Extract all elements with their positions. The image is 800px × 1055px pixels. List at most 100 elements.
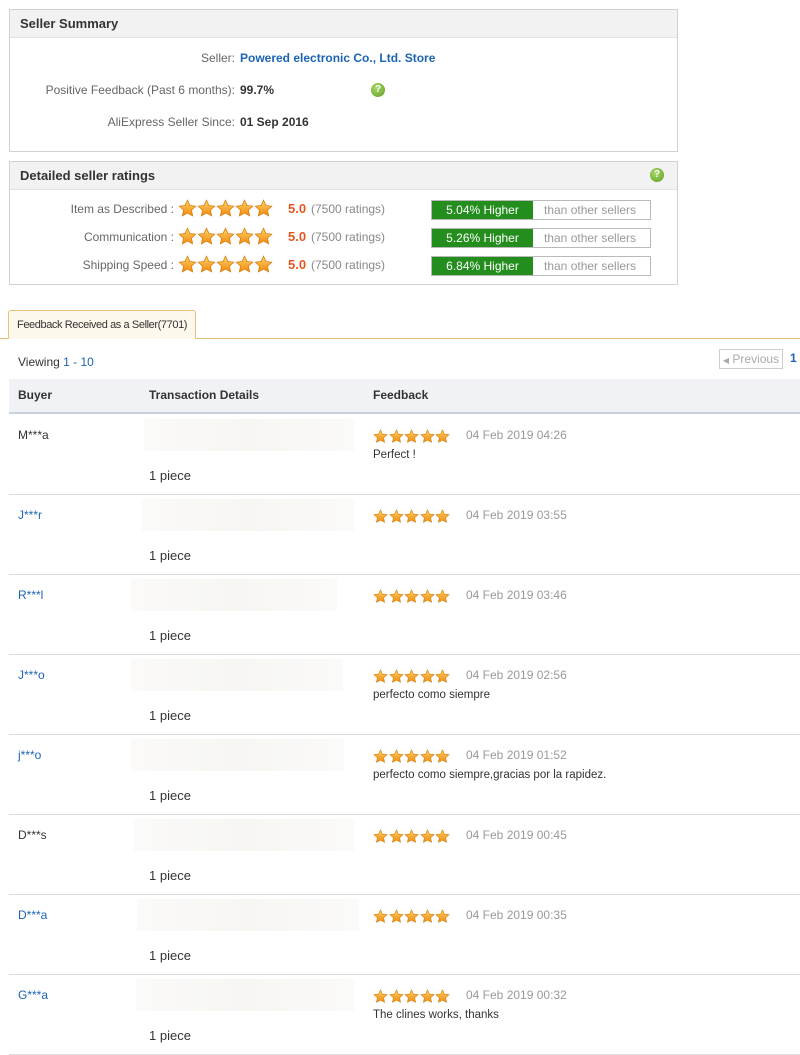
product-thumbnail[interactable] [142,499,354,531]
star-icon [404,589,419,603]
col-transaction-details: Transaction Details [149,388,260,402]
since-row: AliExpress Seller Since: 01 Sep 2016 [10,114,677,130]
star-icon [197,255,216,273]
buyer-name[interactable]: J***o [18,668,45,682]
star-icon [235,255,254,273]
product-thumbnail[interactable] [137,899,359,931]
question-icon[interactable]: ? [650,168,664,182]
buyer-name[interactable]: j***o [18,748,41,762]
feedback-date: 04 Feb 2019 01:52 [466,748,567,762]
star-icon [388,749,404,763]
feedback-date: 04 Feb 2019 00:45 [466,828,567,842]
star-icon [419,669,435,683]
than-other-sellers: than other sellers [544,259,637,273]
feedback-stars [373,509,451,524]
star-icon [235,227,254,245]
star-icon [435,589,450,603]
rating-comparison: 5.26% Higher than other sellers [431,228,651,248]
higher-badge: 5.26% Higher [432,229,533,247]
feedback-stars [373,669,451,684]
product-thumbnail[interactable] [131,659,343,691]
table-row: j***o 1 piece 04 Feb 2019 01:52 perfecto co… [9,734,800,815]
product-thumbnail[interactable] [134,819,354,851]
star-icon [404,429,419,443]
product-thumbnail[interactable] [131,739,344,771]
previous-page-button[interactable]: ◀ Previous [719,349,783,369]
seller-label: Seller: [200,51,235,65]
buyer-name[interactable]: G***a [18,988,48,1002]
quantity: 1 piece [149,468,191,483]
star-icon [404,989,419,1003]
col-feedback: Feedback [373,388,429,402]
buyer-name[interactable]: R***l [18,588,43,602]
product-thumbnail[interactable] [131,579,337,611]
star-icon [373,429,388,443]
star-icon [216,227,235,245]
star-icon [419,509,435,523]
buyer-name[interactable]: J***r [18,508,42,522]
star-icon [388,989,404,1003]
star-icon [435,509,450,523]
rating-row: Shipping Speed : 5.0 (7500 ratings) 6.84% H… [10,255,677,276]
seller-name-link[interactable]: Powered electronic Co., Ltd. Store [240,50,435,66]
feedback-stars [373,989,451,1004]
star-icon [404,909,419,923]
feedback-date: 04 Feb 2019 04:26 [466,428,567,442]
quantity: 1 piece [149,548,191,563]
star-icon [216,255,235,273]
star-icon [178,255,197,273]
seller-since-label: AliExpress Seller Since: [107,115,235,129]
star-icon [254,227,273,245]
product-thumbnail[interactable] [144,419,354,451]
feedback-table-header: Buyer Transaction Details Feedback [9,379,800,414]
feedback-comment: Perfect ! [373,449,416,461]
rating-label: Communication : [83,230,174,244]
rating-label: Item as Described : [70,202,174,216]
positive-feedback-value: 99.7% [240,83,275,97]
star-icon [373,829,388,843]
product-thumbnail[interactable] [136,979,354,1011]
star-icon [404,829,419,843]
higher-badge: 5.04% Higher [432,201,533,219]
star-icon [178,227,197,245]
star-icon [435,989,450,1003]
question-icon[interactable]: ? [371,83,385,97]
table-row: M***a 1 piece 04 Feb 2019 04:26 Perfect ! [9,414,800,495]
star-icon [419,909,435,923]
seller-summary-panel: Seller Summary Seller: Powered electroni… [9,9,678,152]
star-icon [388,669,404,683]
rating-comparison: 5.04% Higher than other sellers [431,200,651,220]
star-icon [419,989,435,1003]
quantity: 1 piece [149,1028,191,1043]
positive-feedback-label: Positive Feedback (Past 6 months): [45,83,235,97]
than-other-sellers: than other sellers [544,231,637,245]
quantity: 1 piece [149,948,191,963]
quantity: 1 piece [149,628,191,643]
rating-comparison: 6.84% Higher than other sellers [431,256,651,276]
detailed-ratings-title: Detailed seller ratings ? [10,162,677,190]
feedback-date: 04 Feb 2019 00:32 [466,988,567,1002]
star-icon [216,199,235,217]
quantity: 1 piece [149,788,191,803]
seller-summary-title: Seller Summary [10,10,677,38]
seller-since-value: 01 Sep 2016 [240,115,309,129]
page-number-link[interactable]: 1 [790,351,797,365]
star-icon [419,829,435,843]
feedback-stars [373,749,451,764]
buyer-name[interactable]: D***a [18,908,47,922]
feedback-comment: perfecto como siempre [373,689,490,701]
previous-label: Previous [732,352,780,366]
table-row: J***o 1 piece 04 Feb 2019 02:56 perfecto co… [9,654,800,735]
rating-stars [178,227,273,247]
star-icon [435,829,450,843]
feedback-stars [373,829,451,844]
star-icon [388,429,404,443]
viewing-range: Viewing 1 - 10 [18,355,94,369]
rating-count: (7500 ratings) [311,230,386,244]
buyer-name: D***s [18,828,47,842]
feedback-stars [373,909,451,924]
feedback-date: 04 Feb 2019 03:55 [466,508,567,522]
tab-feedback-received[interactable]: Feedback Received as a Seller(7701) [8,310,197,339]
table-row: J***r 1 piece 04 Feb 2019 03:55 [9,494,800,575]
higher-badge: 6.84% Higher [432,257,533,275]
